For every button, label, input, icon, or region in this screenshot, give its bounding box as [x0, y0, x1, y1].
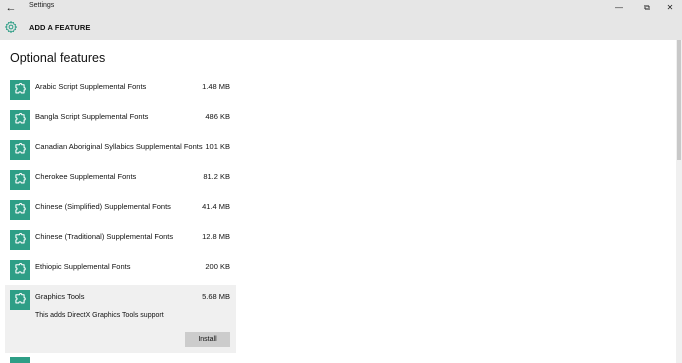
list-item[interactable]: Arabic Script Supplemental Fonts 1.48 MB — [5, 75, 236, 105]
list-item[interactable]: Chinese (Traditional) Supplemental Fonts… — [5, 225, 236, 255]
feature-size: 81.2 KB — [203, 172, 230, 181]
feature-size: 41.4 MB — [202, 202, 230, 211]
puzzle-icon — [10, 80, 30, 100]
feature-name: Canadian Aboriginal Syllabics Supplement… — [35, 142, 203, 151]
feature-size: 12.8 MB — [202, 232, 230, 241]
selected-feature-item[interactable]: Graphics Tools 5.68 MB This adds DirectX… — [5, 285, 236, 353]
feature-name: Arabic Script Supplemental Fonts — [35, 82, 147, 91]
partial-list-item-icon — [10, 357, 30, 363]
feature-description: This adds DirectX Graphics Tools support — [35, 312, 164, 319]
list-item[interactable]: Ethiopic Supplemental Fonts 200 KB — [5, 255, 236, 285]
scrollbar-thumb[interactable] — [677, 40, 681, 160]
back-button[interactable]: ← — [0, 0, 22, 15]
window-title: Settings — [29, 2, 55, 9]
title-bar: ← Settings — ⧉ ✕ — [0, 0, 682, 15]
main-content: Optional features Arabic Script Suppleme… — [0, 40, 676, 363]
gear-icon — [4, 20, 18, 34]
feature-size: 5.68 MB — [202, 292, 230, 301]
puzzle-icon — [10, 260, 30, 280]
puzzle-icon — [10, 140, 30, 160]
feature-name: Cherokee Supplemental Fonts — [35, 172, 137, 181]
back-arrow-icon: ← — [5, 1, 17, 14]
page-title: ADD A FEATURE — [29, 23, 91, 32]
close-button[interactable]: ✕ — [656, 0, 682, 15]
feature-size: 1.48 MB — [202, 82, 230, 91]
puzzle-icon — [10, 230, 30, 250]
close-icon: ✕ — [666, 3, 674, 12]
feature-name: Chinese (Traditional) Supplemental Fonts — [35, 232, 174, 241]
puzzle-icon — [10, 110, 30, 130]
puzzle-icon — [10, 200, 30, 220]
restore-icon: ⧉ — [644, 2, 650, 12]
list-item[interactable]: Cherokee Supplemental Fonts 81.2 KB — [5, 165, 236, 195]
list-item[interactable]: Canadian Aboriginal Syllabics Supplement… — [5, 135, 236, 165]
vertical-scrollbar[interactable] — [676, 40, 682, 363]
minimize-button[interactable]: — — [605, 0, 633, 15]
feature-size: 486 KB — [205, 112, 230, 121]
list-item[interactable]: Chinese (Simplified) Supplemental Fonts … — [5, 195, 236, 225]
feature-list: Arabic Script Supplemental Fonts 1.48 MB… — [5, 75, 236, 353]
install-button[interactable]: Install — [185, 332, 230, 347]
settings-window: ← Settings — ⧉ ✕ ADD A FEATURE Optional … — [0, 0, 682, 363]
page-header: ADD A FEATURE — [0, 15, 682, 40]
list-item[interactable]: Bangla Script Supplemental Fonts 486 KB — [5, 105, 236, 135]
puzzle-icon — [10, 170, 30, 190]
minimize-icon: — — [615, 3, 623, 12]
feature-name: Ethiopic Supplemental Fonts — [35, 262, 131, 271]
feature-size: 101 KB — [205, 142, 230, 151]
puzzle-icon — [10, 290, 30, 310]
feature-name: Graphics Tools — [35, 292, 85, 301]
feature-size: 200 KB — [205, 262, 230, 271]
feature-name: Chinese (Simplified) Supplemental Fonts — [35, 202, 171, 211]
feature-name: Bangla Script Supplemental Fonts — [35, 112, 149, 121]
section-title: Optional features — [10, 51, 106, 65]
